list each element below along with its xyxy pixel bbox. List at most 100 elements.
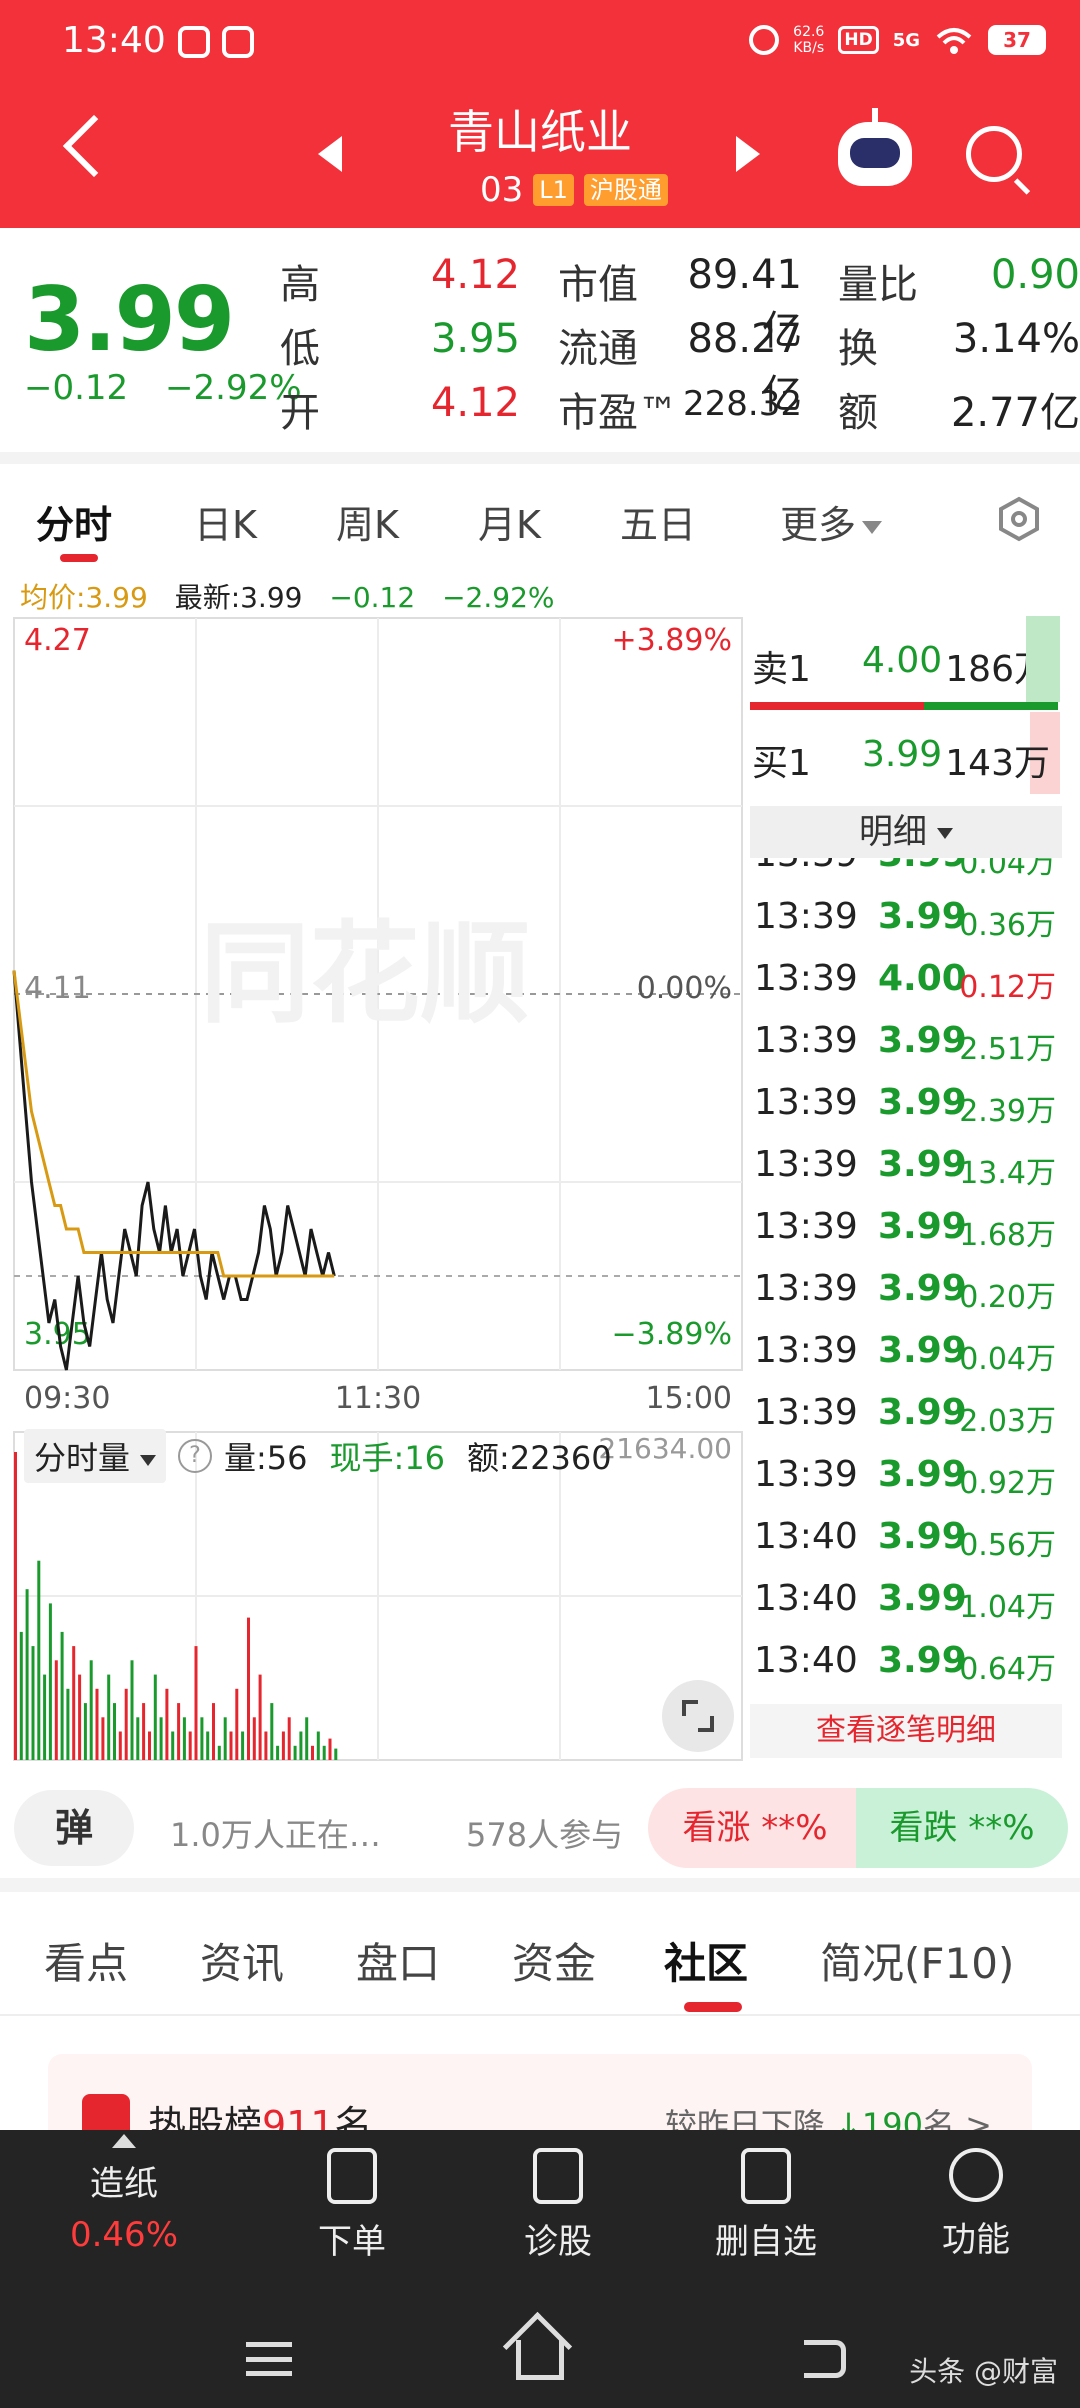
latest-price: 最新:3.99 [174, 581, 303, 614]
volume-bar [305, 1717, 309, 1760]
tick-row: 13:393.990.04万 [754, 1330, 1056, 1377]
alarm-icon [749, 25, 780, 55]
volume-bar [14, 1452, 17, 1760]
active-tab-indicator [60, 554, 98, 562]
tick-row: 13:393.990.04万 [754, 858, 1056, 881]
status-icons: 62.6 KB/s HD 5G 37 [749, 18, 1046, 62]
view-tick-detail-link[interactable]: 查看逐笔明细 [750, 1704, 1062, 1758]
volume-bar [194, 1646, 198, 1760]
help-icon[interactable]: ? [178, 1439, 213, 1473]
volume-bar [130, 1660, 134, 1760]
tick-row: 13:39 3.99 0.20万 [754, 1268, 1056, 1315]
tab-handicap[interactable]: 盘口 [356, 1930, 440, 1991]
wifi-icon [936, 28, 972, 54]
y-label-top: 4.27 [24, 623, 91, 658]
sector-button[interactable]: 造纸 0.46% [34, 2134, 214, 2255]
tab-highlights[interactable]: 看点 [44, 1930, 128, 1991]
back-chevron-icon[interactable] [62, 114, 126, 178]
home-icon[interactable] [516, 2340, 564, 2380]
last-price: 3.99 [24, 268, 235, 371]
tab-five-day[interactable]: 五日 [620, 494, 696, 549]
tab-news[interactable]: 资讯 [200, 1930, 284, 1991]
stock-code: 03 [480, 170, 524, 210]
volume-bar [252, 1717, 256, 1760]
volume-bar [258, 1674, 262, 1760]
volume-bar [177, 1703, 181, 1760]
tab-community[interactable]: 社区 [664, 1930, 748, 1991]
quote-panel: 3.99 −0.12 −2.92% 高 4.12 低 3.95 开 4.12 市… [0, 228, 1080, 456]
sector-change-pct: 0.46% [69, 2215, 178, 2255]
volume-bar [54, 1660, 58, 1760]
detail-dropdown[interactable]: 明细 [750, 806, 1062, 858]
vote-bear-button[interactable]: 看跌 **% [856, 1788, 1068, 1868]
back-icon[interactable] [804, 2340, 846, 2378]
volume-mode-select[interactable]: 分时量 [24, 1429, 167, 1483]
x-label-start: 09:30 [24, 1381, 110, 1416]
app-header: 13:40 62.6 KB/s HD 5G 37 青山纸业 03 L1 沪股通 [0, 0, 1080, 228]
latest-change-pct: −2.92% [442, 581, 555, 614]
tab-intraday[interactable]: 分时 [36, 494, 112, 549]
volume-bar [19, 1631, 23, 1760]
volume-bar [48, 1603, 52, 1760]
tick-row: 13:39 3.99 2.51万 [754, 1020, 1056, 1067]
clock: 13:40 [62, 20, 166, 61]
tab-daily-k[interactable]: 日K [194, 494, 257, 549]
volume-bar [72, 1646, 76, 1760]
volume-bar [182, 1717, 186, 1760]
divider [0, 452, 1080, 464]
tab-capital-flow[interactable]: 资金 [512, 1930, 596, 1991]
volratio-value: 0.90 [990, 252, 1080, 298]
tick-row: 13:39 3.99 0.92万 [754, 1454, 1056, 1501]
volume-bar [142, 1703, 146, 1760]
robot-assistant-icon[interactable] [838, 108, 912, 186]
tab-more[interactable]: 更多 [780, 494, 883, 549]
y-label-mid: 4.11 [24, 971, 91, 1006]
tab-profile-f10[interactable]: 简况(F10) [820, 1930, 1014, 1991]
diagnose-stock-button[interactable]: 诊股 [468, 2148, 648, 2263]
vote-bull-button[interactable]: 看涨 **% [648, 1788, 862, 1868]
recent-apps-icon[interactable] [246, 2342, 292, 2376]
volume-bar [241, 1731, 245, 1760]
volume-bar [118, 1731, 122, 1760]
chevron-down-icon [862, 521, 883, 534]
volratio-label: 量比 [838, 262, 918, 308]
discussion-count[interactable]: 1.0万人正在… [170, 1810, 381, 1856]
bid-depth-bar [924, 702, 1058, 710]
volume-bar [107, 1674, 111, 1760]
volume-bar [31, 1646, 35, 1760]
chart-settings-icon[interactable] [996, 496, 1042, 542]
tick-list[interactable]: 13:393.990.04万 13:393.990.36万 13:394.000.1… [750, 858, 1064, 1700]
stock-name: 青山纸业 [448, 105, 632, 159]
change-amount: −0.12 [24, 368, 129, 408]
tab-monthly-k[interactable]: 月K [478, 494, 541, 549]
net-speed: 62.6 KB/s [793, 24, 825, 56]
remove-watchlist-button[interactable]: 删自选 [676, 2148, 856, 2263]
participant-count: 578人参与 [466, 1816, 624, 1854]
volume-bar [43, 1674, 47, 1760]
volume-bar [95, 1688, 99, 1760]
tick-row: 13:40 3.99 0.64万 [754, 1640, 1056, 1687]
tick-row: 13:39 3.99 2.03万 [754, 1392, 1056, 1439]
place-order-button[interactable]: 下单 [262, 2148, 442, 2263]
volume-bar [235, 1688, 239, 1760]
volume-value: 量:56 [224, 1439, 308, 1477]
chevron-down-icon [140, 1454, 157, 1466]
chart-watermark: 同花顺 [200, 910, 530, 1038]
volume-bars [14, 1452, 338, 1760]
active-tab-indicator [684, 2002, 742, 2012]
volume-bar [153, 1674, 157, 1760]
expand-chart-icon[interactable] [662, 1680, 734, 1752]
tick-row: 13:40 3.99 0.56万 [754, 1516, 1056, 1563]
functions-button[interactable]: 功能 [886, 2148, 1066, 2261]
next-stock-arrow-icon[interactable] [736, 136, 760, 172]
danmu-toggle-button[interactable]: 弹 [14, 1790, 134, 1866]
tab-weekly-k[interactable]: 周K [336, 494, 399, 549]
turnover-value: 3.14% [952, 316, 1080, 362]
volume-bar [322, 1745, 326, 1760]
signal-icon: 5G [892, 29, 920, 51]
tick-row: 13:39 3.99 13.4万 [754, 1144, 1056, 1191]
menu-circle-icon [949, 2148, 1003, 2202]
prev-stock-arrow-icon[interactable] [318, 136, 342, 172]
search-icon[interactable] [966, 126, 1022, 182]
pe-label: 市盈™ [558, 390, 678, 436]
